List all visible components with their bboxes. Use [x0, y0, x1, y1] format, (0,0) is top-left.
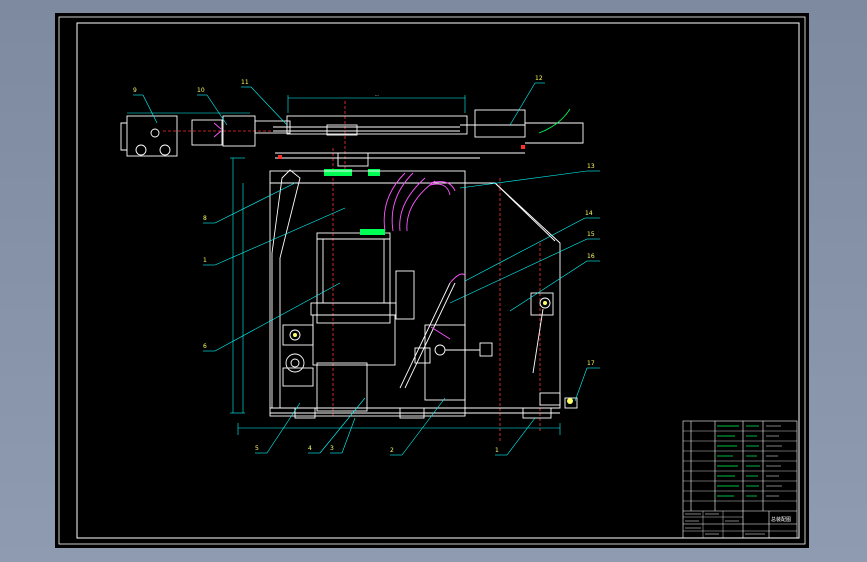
arm-highlights — [213, 108, 571, 176]
callout-1[interactable]: 1 — [495, 447, 499, 454]
main-body — [269, 169, 578, 419]
callout-12[interactable]: 12 — [535, 75, 543, 82]
callout-13[interactable]: 13 — [587, 163, 595, 170]
hidden-lines — [163, 101, 541, 443]
body-highlights — [293, 172, 573, 404]
callout-6[interactable]: 6 — [203, 343, 207, 350]
callout-9[interactable]: 9 — [133, 87, 137, 94]
dimension-text-top: ··· — [375, 93, 379, 98]
cad-drawing: 总装配图 ··· 9 10 11 12 13 14 15 16 17 8 1 6… — [58, 16, 806, 545]
callout-numbers: 9 10 11 12 13 14 15 16 17 8 1 6 5 4 3 2 … — [133, 75, 595, 454]
callout-7[interactable]: 1 — [203, 257, 207, 264]
title-block-title: 总装配图 — [771, 516, 791, 523]
callout-10[interactable]: 10 — [197, 87, 205, 94]
callout-4[interactable]: 4 — [308, 445, 312, 452]
callout-11[interactable]: 11 — [241, 79, 249, 86]
callout-16[interactable]: 16 — [587, 253, 595, 260]
drawing-viewport[interactable]: 总装配图 ··· 9 10 11 12 13 14 15 16 17 8 1 6… — [55, 13, 809, 548]
callout-2[interactable]: 2 — [390, 447, 394, 454]
outer-frame — [58, 16, 806, 545]
callout-14[interactable]: 14 — [585, 210, 593, 217]
callout-17[interactable]: 17 — [587, 360, 595, 367]
callout-3[interactable]: 3 — [330, 445, 334, 452]
callout-8[interactable]: 8 — [203, 215, 207, 222]
callout-15[interactable]: 15 — [587, 231, 595, 238]
leader-lines — [133, 82, 600, 456]
callout-5[interactable]: 5 — [255, 445, 259, 452]
